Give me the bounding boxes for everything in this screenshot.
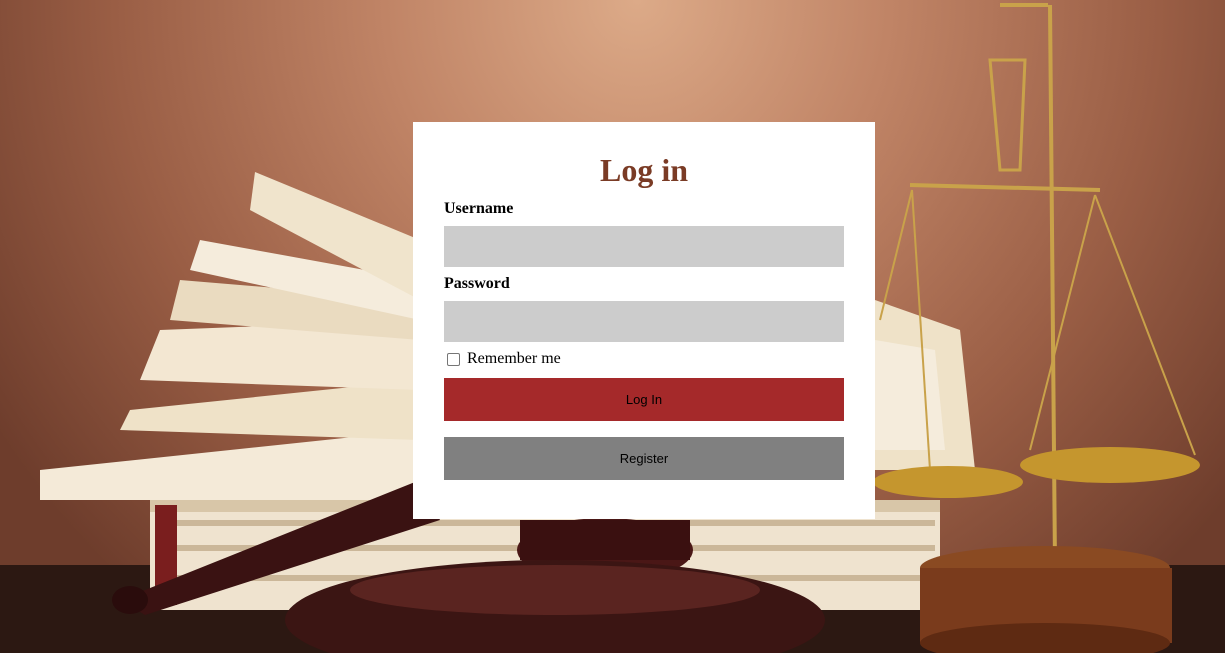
- login-button[interactable]: Log In: [444, 378, 844, 421]
- remember-me-label: Remember me: [467, 350, 561, 367]
- password-label: Password: [444, 275, 510, 292]
- password-input[interactable]: [444, 301, 844, 342]
- remember-me-row[interactable]: Remember me: [447, 350, 561, 368]
- username-label: Username: [444, 200, 514, 217]
- register-button[interactable]: Register: [444, 437, 844, 480]
- login-card: Log in Username Password Remember me Log…: [413, 122, 875, 519]
- login-title: Log in: [599, 152, 689, 188]
- username-input[interactable]: [444, 226, 844, 267]
- remember-me-checkbox[interactable]: [447, 352, 460, 366]
